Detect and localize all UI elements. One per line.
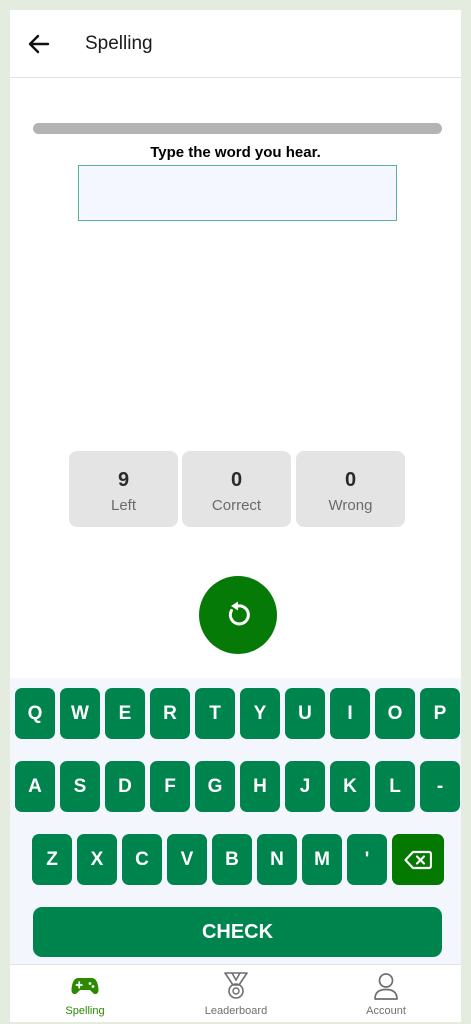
key-i[interactable]: I: [330, 688, 370, 739]
key-g[interactable]: G: [195, 761, 235, 812]
key-hyphen[interactable]: -: [420, 761, 460, 812]
nav-item-account[interactable]: Account: [311, 965, 461, 1022]
key-n[interactable]: N: [257, 834, 297, 885]
key-z[interactable]: Z: [32, 834, 72, 885]
replay-icon: [228, 601, 250, 626]
key-r[interactable]: R: [150, 688, 190, 739]
stat-left-value: 9: [117, 469, 130, 491]
key-x[interactable]: X: [77, 834, 117, 885]
key-a[interactable]: A: [15, 761, 55, 812]
instruction-text: Type the word you hear.: [150, 144, 321, 161]
nav-item-leaderboard[interactable]: Leaderboard: [161, 965, 311, 1022]
key-h[interactable]: H: [240, 761, 280, 812]
key-k[interactable]: K: [330, 761, 370, 812]
key-s[interactable]: S: [60, 761, 100, 812]
stat-correct: 0 Correct: [182, 451, 291, 527]
stat-correct-value: 0: [230, 469, 243, 491]
key-y[interactable]: Y: [240, 688, 280, 739]
key-w[interactable]: W: [60, 688, 100, 739]
stat-left: 9 Left: [69, 451, 178, 527]
key-q[interactable]: Q: [15, 688, 55, 739]
key-b[interactable]: B: [212, 834, 252, 885]
nav-label-spelling: Spelling: [65, 1005, 105, 1017]
nav-label-leaderboard: Leaderboard: [204, 1005, 268, 1017]
stat-correct-label: Correct: [211, 497, 262, 514]
key-f[interactable]: F: [150, 761, 190, 812]
key-apostrophe[interactable]: ': [347, 834, 387, 885]
gamepad-icon: [70, 972, 100, 1000]
key-u[interactable]: U: [285, 688, 325, 739]
key-j[interactable]: J: [285, 761, 325, 812]
replay-audio-button[interactable]: [199, 576, 277, 654]
app-window: Spelling Type the word you hear. 9 Left …: [10, 10, 461, 1022]
stat-wrong: 0 Wrong: [296, 451, 405, 527]
nav-item-spelling[interactable]: Spelling: [10, 965, 160, 1022]
backspace-key[interactable]: [392, 834, 444, 885]
key-e[interactable]: E: [105, 688, 145, 739]
stat-left-label: Left: [110, 497, 137, 514]
check-button[interactable]: CHECK: [33, 907, 442, 957]
backspace-icon: [404, 850, 432, 869]
key-d[interactable]: D: [105, 761, 145, 812]
key-o[interactable]: O: [375, 688, 415, 739]
key-m[interactable]: M: [302, 834, 342, 885]
progress-bar: [33, 123, 442, 134]
medal-icon: [221, 972, 251, 1000]
stat-wrong-label: Wrong: [328, 497, 373, 514]
arrow-left-icon: [28, 34, 50, 54]
key-v[interactable]: V: [167, 834, 207, 885]
key-p[interactable]: P: [420, 688, 460, 739]
stats-row: 9 Left 0 Correct 0 Wrong: [69, 451, 405, 527]
page-title: Spelling: [85, 33, 153, 54]
key-t[interactable]: T: [195, 688, 235, 739]
key-c[interactable]: C: [122, 834, 162, 885]
nav-label-account: Account: [366, 1005, 406, 1017]
user-icon: [371, 972, 401, 1000]
on-screen-keyboard: Q W E R T Y U I O P A S D F G H J K L - Z X C V B N M ' CHECK: [10, 678, 461, 964]
answer-input[interactable]: [78, 165, 397, 221]
stat-wrong-value: 0: [344, 469, 357, 491]
top-app-bar: Spelling: [10, 10, 461, 78]
back-button[interactable]: [26, 32, 52, 56]
key-l[interactable]: L: [375, 761, 415, 812]
bottom-navigation: Spelling Leaderboard Account: [10, 964, 461, 1022]
